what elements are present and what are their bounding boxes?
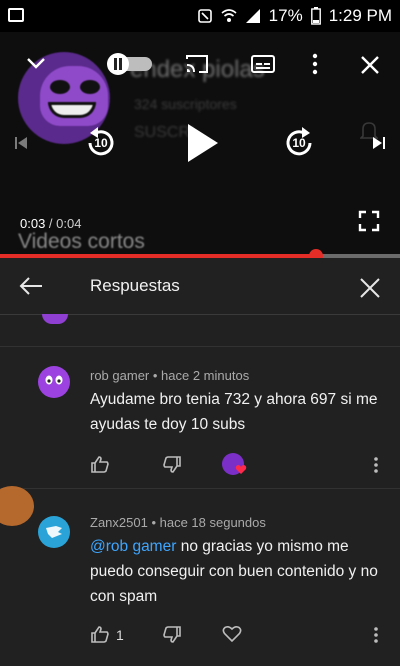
- progress-scrubber[interactable]: [309, 249, 323, 258]
- more-vert-icon[interactable]: [308, 53, 322, 75]
- battery-icon: [310, 7, 321, 25]
- replies-panel: Respuestas rob gamer • hace 2 minutos Ay…: [0, 258, 400, 666]
- comment-author[interactable]: rob gamer: [90, 368, 149, 383]
- like-icon[interactable]: [90, 625, 110, 643]
- comment-age: hace 18 segundos: [159, 515, 266, 530]
- avatar-hand-icon: [46, 526, 62, 538]
- close-player-icon[interactable]: [360, 55, 380, 75]
- dislike-icon[interactable]: [162, 456, 182, 474]
- more-vert-icon[interactable]: [373, 456, 379, 474]
- comment-meta: Zanx2501 • hace 18 segundos: [90, 515, 266, 530]
- clock: 1:29 PM: [328, 6, 392, 25]
- captions-icon[interactable]: [250, 53, 276, 75]
- wifi-icon: [221, 9, 237, 22]
- autoplay-toggle-icon[interactable]: [106, 52, 154, 76]
- fullscreen-icon[interactable]: [358, 210, 380, 232]
- play-icon[interactable]: [186, 122, 220, 164]
- signal-icon: [245, 9, 260, 23]
- more-vert-icon[interactable]: [373, 626, 379, 644]
- previous-comment-avatar: [42, 314, 68, 324]
- comment-author[interactable]: Zanx2501: [90, 515, 148, 530]
- panel-title: Respuestas: [90, 276, 180, 295]
- forward-seconds-label: 10: [292, 136, 306, 150]
- mute-icon: [197, 9, 212, 23]
- reply-comment: Zanx2501 • hace 18 segundos @rob gamer n…: [0, 498, 400, 666]
- reply-comment: rob gamer • hace 2 minutos Ayudame bro t…: [0, 346, 400, 486]
- battery-percent: 17%: [268, 6, 303, 25]
- time-display: 0:03 / 0:04: [20, 216, 81, 231]
- shorts-section-label: Videos cortos: [18, 230, 145, 253]
- back-arrow-icon[interactable]: [18, 276, 44, 296]
- creator-heart-badge: [222, 453, 247, 475]
- video-notification-icon: [8, 8, 24, 22]
- avatar-face-icon: [45, 375, 63, 385]
- time-total: 0:04: [56, 216, 82, 231]
- previous-icon[interactable]: [14, 136, 28, 150]
- mention-link[interactable]: @rob gamer: [90, 538, 176, 555]
- comment-text: Ayudame bro tenia 732 y ahora 697 si me …: [90, 391, 378, 433]
- heart-outline-icon[interactable]: [222, 625, 242, 643]
- rewind-seconds-label: 10: [94, 136, 108, 150]
- comment-meta: rob gamer • hace 2 minutos: [90, 368, 250, 383]
- comment-actions: [90, 453, 390, 475]
- time-current: 0:03: [20, 216, 46, 231]
- replies-header: Respuestas: [0, 258, 400, 315]
- video-player[interactable]: endex piolas 324 suscriptores SUSCRI Vid…: [0, 32, 400, 258]
- comment-actions: 1: [90, 625, 390, 645]
- chevron-down-icon[interactable]: [26, 56, 46, 70]
- next-icon[interactable]: [372, 136, 386, 150]
- dislike-icon[interactable]: [162, 626, 182, 644]
- avatar[interactable]: [38, 366, 70, 398]
- close-panel-icon[interactable]: [359, 277, 381, 299]
- avatar[interactable]: [38, 516, 70, 548]
- comment-age: hace 2 minutos: [161, 368, 250, 383]
- cast-icon[interactable]: [184, 53, 210, 75]
- subscriber-count: 324 suscriptores: [134, 96, 237, 112]
- time-separator: /: [45, 216, 57, 231]
- status-bar: 17% 1:29 PM: [0, 0, 400, 32]
- like-count: 1: [116, 627, 124, 643]
- divider: [0, 488, 400, 489]
- comment-text: @rob gamer no gracias yo mismo me puedo …: [90, 534, 390, 609]
- rewind-10-button[interactable]: 10: [82, 124, 120, 162]
- like-icon[interactable]: [90, 455, 110, 473]
- heart-icon: [235, 465, 247, 474]
- forward-10-button[interactable]: 10: [280, 124, 318, 162]
